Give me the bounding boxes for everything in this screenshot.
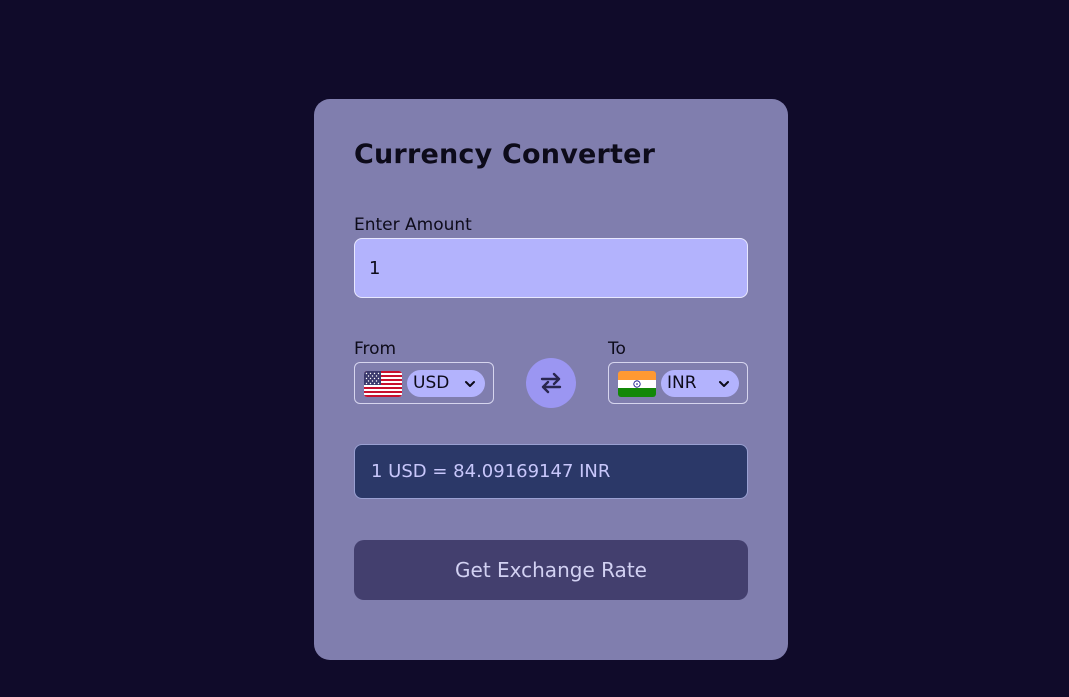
from-currency-value: USD: [413, 373, 450, 393]
to-label: To: [608, 339, 626, 359]
converter-card: Currency Converter Enter Amount From: [314, 99, 788, 660]
amount-input[interactable]: [354, 238, 748, 298]
us-flag-icon: [364, 371, 402, 397]
get-exchange-rate-button[interactable]: Get Exchange Rate: [354, 540, 748, 600]
to-currency-value: INR: [667, 373, 697, 393]
from-currency-container: USD: [354, 362, 494, 404]
amount-label: Enter Amount: [354, 215, 472, 235]
to-currency-container: INR: [608, 362, 748, 404]
swap-button[interactable]: [526, 358, 576, 408]
swap-arrows-icon: [540, 372, 562, 394]
from-currency-select[interactable]: USD: [407, 370, 485, 397]
page-title: Currency Converter: [354, 139, 656, 170]
from-label: From: [354, 339, 397, 359]
to-currency-select[interactable]: INR: [661, 370, 739, 397]
exchange-rate-result: 1 USD = 84.09169147 INR: [354, 444, 748, 499]
india-flag-icon: [618, 371, 656, 397]
chevron-down-icon: [465, 381, 475, 387]
chevron-down-icon: [719, 381, 729, 387]
